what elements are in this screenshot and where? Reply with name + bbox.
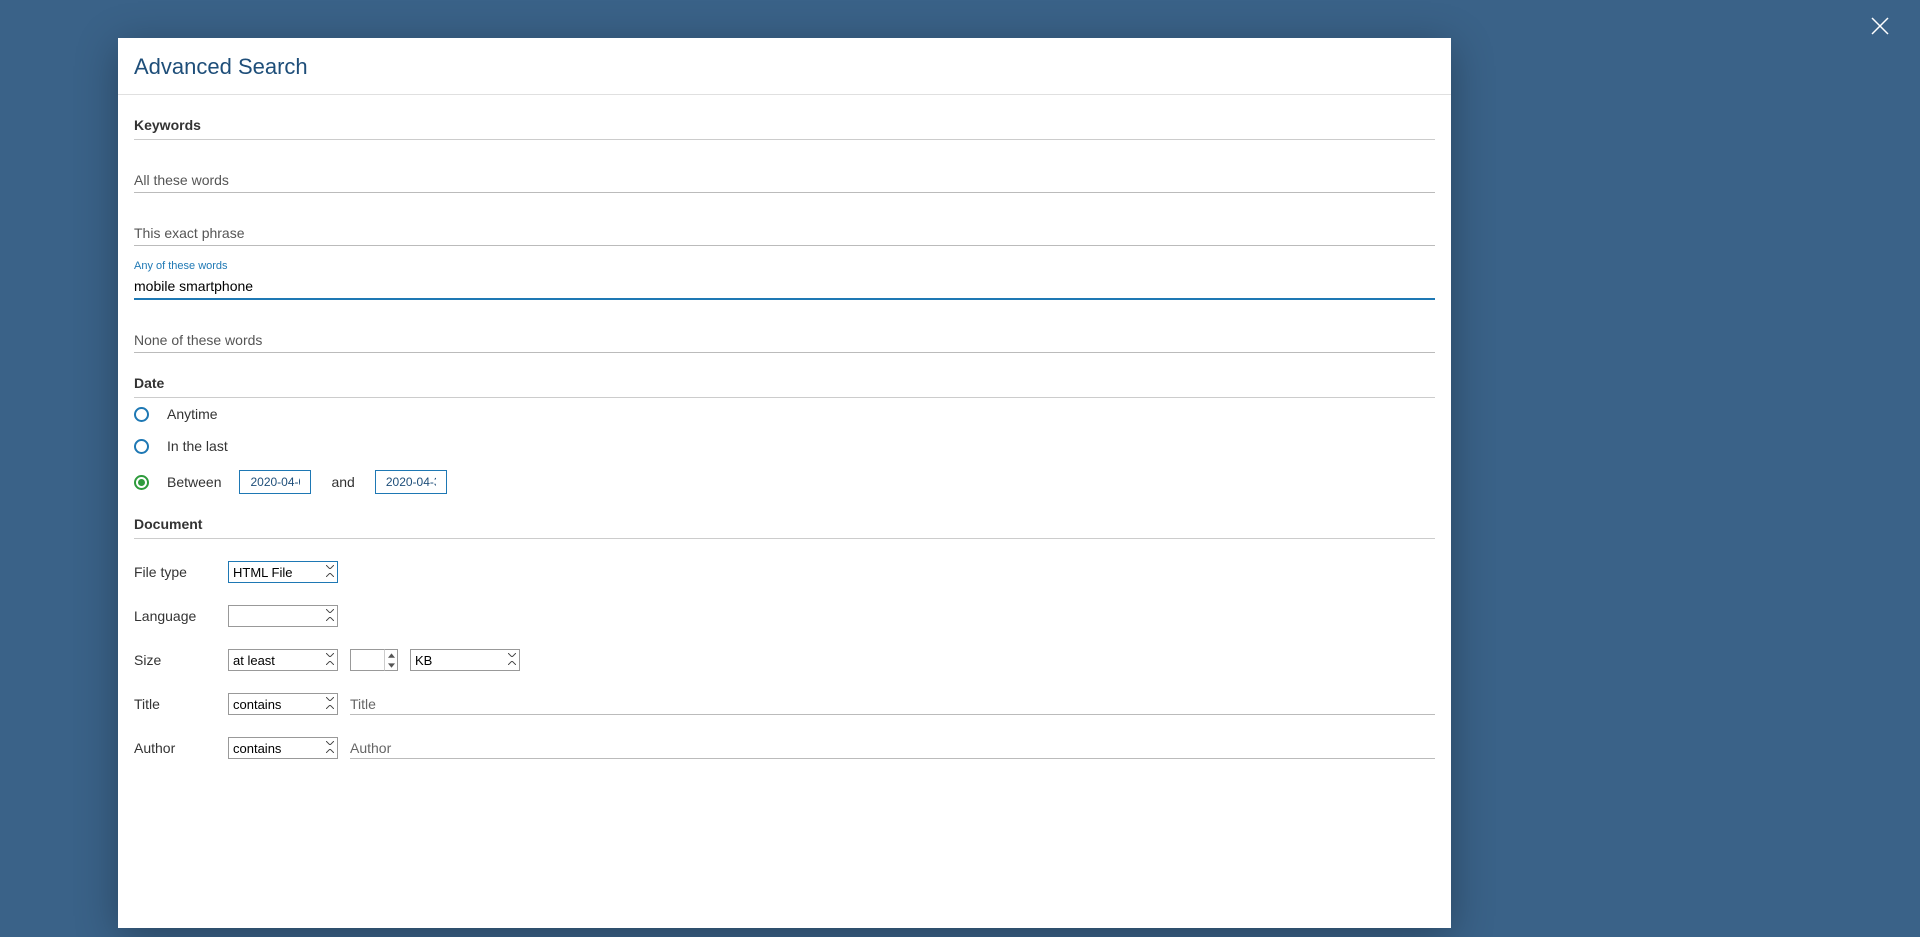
- field-none-words[interactable]: None of these words: [134, 318, 1435, 353]
- row-size: Size at least KB: [134, 627, 1435, 671]
- dialog-body[interactable]: Keywords All these words This exact phra…: [118, 95, 1451, 928]
- section-date-header: Date: [134, 353, 1435, 398]
- label-anytime: Anytime: [167, 406, 227, 422]
- select-size-unit[interactable]: KB: [410, 649, 520, 671]
- advanced-search-dialog: Advanced Search Keywords All these words…: [118, 38, 1451, 928]
- label-any-words: Any of these words: [134, 260, 228, 272]
- input-any-words[interactable]: [134, 278, 1435, 294]
- label-and: and: [331, 474, 354, 490]
- dialog-title: Advanced Search: [134, 54, 1435, 80]
- label-between: Between: [167, 474, 221, 490]
- select-size-op[interactable]: at least: [228, 649, 338, 671]
- label-language: Language: [134, 608, 216, 624]
- section-document-header: Document: [134, 502, 1435, 539]
- row-title: Title contains: [134, 671, 1435, 715]
- radio-between[interactable]: [134, 475, 149, 490]
- dialog-header: Advanced Search: [118, 38, 1451, 95]
- select-title-op[interactable]: contains: [228, 693, 338, 715]
- input-author[interactable]: [350, 738, 1435, 759]
- label-inlast: In the last: [167, 438, 228, 454]
- select-language[interactable]: [228, 605, 338, 627]
- date-option-inlast[interactable]: In the last: [134, 430, 1435, 462]
- date-option-between[interactable]: Between and: [134, 462, 1435, 502]
- row-filetype: File type HTML File: [134, 539, 1435, 583]
- label-title: Title: [134, 696, 216, 712]
- field-any-words[interactable]: Any of these words: [134, 264, 1435, 300]
- input-exact-phrase[interactable]: [134, 225, 1435, 241]
- label-size: Size: [134, 652, 216, 668]
- label-filetype: File type: [134, 564, 216, 580]
- field-all-words[interactable]: All these words: [134, 158, 1435, 193]
- select-author-op[interactable]: contains: [228, 737, 338, 759]
- label-author: Author: [134, 740, 216, 756]
- date-option-anytime[interactable]: Anytime: [134, 398, 1435, 430]
- date-from-input[interactable]: [239, 470, 311, 494]
- input-all-words[interactable]: [134, 172, 1435, 188]
- chevron-up-icon[interactable]: [385, 650, 397, 660]
- select-filetype[interactable]: HTML File: [228, 561, 338, 583]
- date-to-input[interactable]: [375, 470, 447, 494]
- radio-anytime[interactable]: [134, 407, 149, 422]
- row-language: Language: [134, 583, 1435, 627]
- radio-inlast[interactable]: [134, 439, 149, 454]
- input-size-value[interactable]: [350, 649, 384, 671]
- section-keywords-header: Keywords: [134, 95, 1435, 140]
- field-exact-phrase[interactable]: This exact phrase: [134, 211, 1435, 246]
- size-spinner[interactable]: [384, 649, 398, 671]
- input-none-words[interactable]: [134, 332, 1435, 348]
- chevron-down-icon[interactable]: [385, 660, 397, 670]
- row-author: Author contains: [134, 715, 1435, 759]
- input-title[interactable]: [350, 694, 1435, 715]
